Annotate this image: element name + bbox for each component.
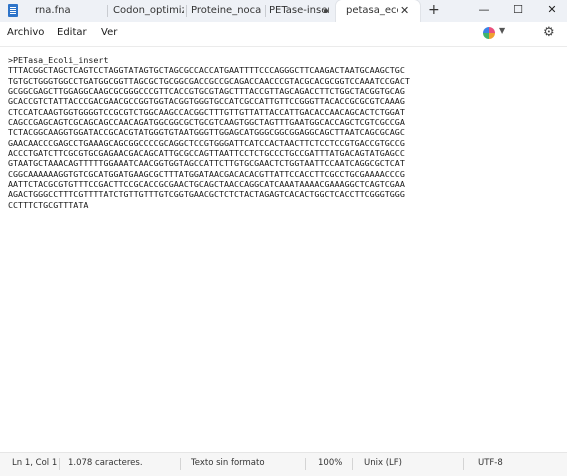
tab-petasa-ecol[interactable]: petasa_ecol ✕ bbox=[336, 0, 420, 22]
menu-archivo[interactable]: Archivo bbox=[7, 27, 44, 38]
status-bar: Ln 1, Col 1 1.078 caracteres. Texto sin … bbox=[0, 452, 567, 476]
menu-ver[interactable]: Ver bbox=[101, 27, 117, 38]
tab-label: Proteine_nocabeza bbox=[191, 5, 261, 16]
line-ending[interactable]: Unix (LF) bbox=[364, 458, 402, 468]
tab-codon-optimization[interactable]: Codon_optimizatio bbox=[113, 0, 185, 22]
chevron-down-icon[interactable]: ▼ bbox=[499, 26, 505, 35]
document-text[interactable]: >PETasa_Ecoli_insert TTTACGGCTAGCTCAGTCC… bbox=[8, 55, 453, 210]
text-editor[interactable]: >PETasa_Ecoli_insert TTTACGGCTAGCTCAGTCC… bbox=[0, 47, 567, 452]
character-count: 1.078 caracteres. bbox=[68, 458, 143, 468]
status-divider bbox=[59, 458, 60, 470]
tab-label: rna.fna bbox=[35, 5, 71, 16]
encoding[interactable]: UTF-8 bbox=[478, 458, 503, 468]
maximize-button[interactable]: ☐ bbox=[503, 0, 533, 22]
title-bar: rna.fna Codon_optimizatio Proteine_nocab… bbox=[0, 0, 567, 23]
zoom-level[interactable]: 100% bbox=[318, 458, 342, 468]
gear-icon[interactable]: ⚙ bbox=[543, 25, 555, 40]
status-divider bbox=[352, 458, 353, 470]
copilot-icon[interactable] bbox=[483, 27, 495, 39]
tab-label: Codon_optimizatio bbox=[113, 5, 184, 16]
new-tab-button[interactable]: + bbox=[428, 0, 440, 21]
tab-rna-fna[interactable]: rna.fna bbox=[35, 0, 105, 22]
cursor-position[interactable]: Ln 1, Col 1 bbox=[12, 458, 57, 468]
tab-petase-insert[interactable]: PETase-insert bbox=[269, 0, 329, 22]
tab-label: petasa_ecol bbox=[346, 5, 398, 16]
tab-divider bbox=[265, 5, 266, 17]
status-divider bbox=[180, 458, 181, 470]
status-divider bbox=[305, 458, 306, 470]
status-divider bbox=[463, 458, 464, 470]
close-window-button[interactable]: ✕ bbox=[537, 0, 567, 22]
tab-label: PETase-insert bbox=[269, 5, 329, 16]
tab-divider bbox=[186, 5, 187, 17]
tab-proteine-nocabeza[interactable]: Proteine_nocabeza bbox=[191, 0, 263, 22]
menu-editar[interactable]: Editar bbox=[57, 27, 87, 38]
menu-bar: Archivo Editar Ver ▼ ⚙ bbox=[0, 22, 567, 47]
notepad-app-icon bbox=[8, 4, 18, 17]
close-tab-icon[interactable]: ✕ bbox=[400, 0, 409, 21]
minimize-button[interactable]: — bbox=[469, 0, 499, 22]
tab-divider bbox=[107, 5, 108, 17]
format-indicator: Texto sin formato bbox=[191, 458, 265, 468]
unsaved-dot-icon bbox=[324, 9, 328, 13]
